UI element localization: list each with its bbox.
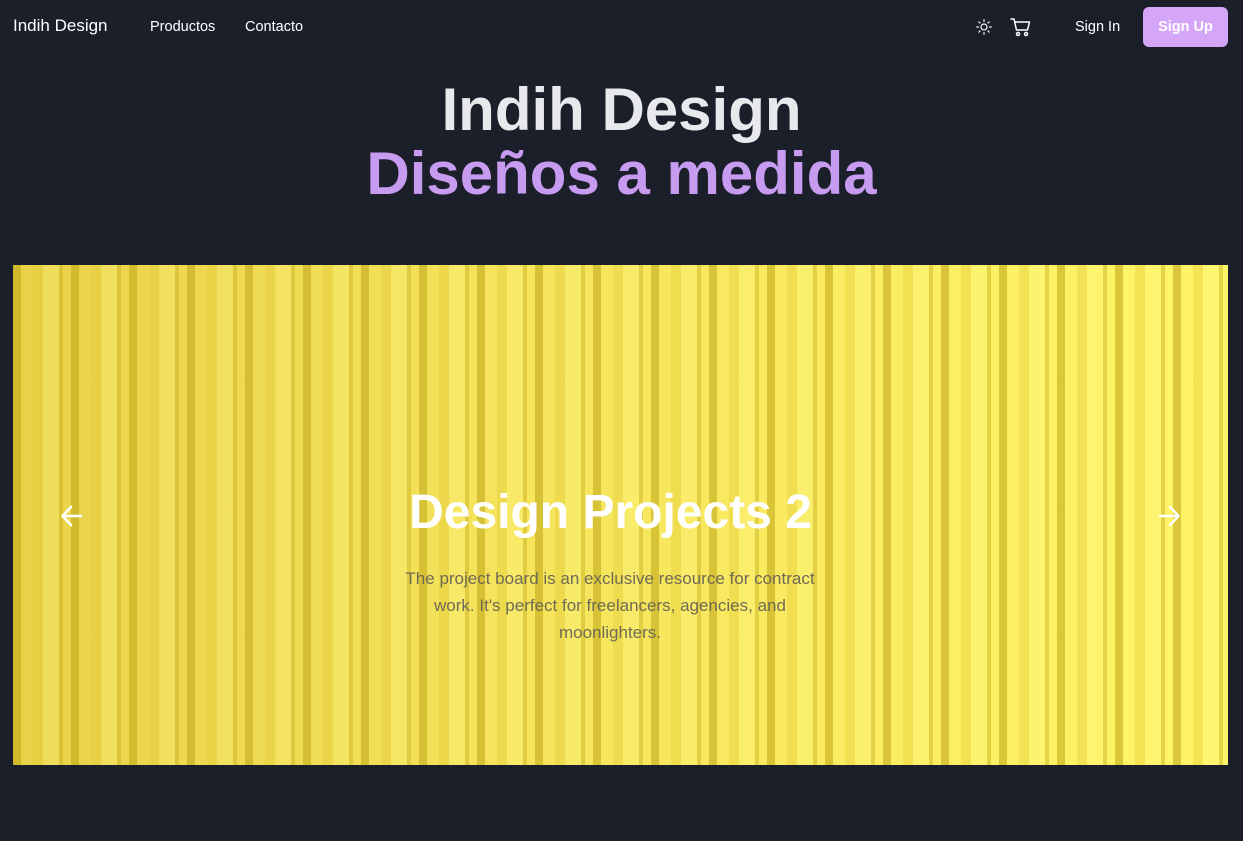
theme-toggle-button[interactable] <box>971 14 997 40</box>
carousel-next-button[interactable] <box>1154 501 1184 531</box>
nav-link-contacto[interactable]: Contacto <box>245 18 303 36</box>
cart-icon <box>1010 18 1031 37</box>
sign-up-button[interactable]: Sign Up <box>1143 7 1228 47</box>
sign-in-button[interactable]: Sign In <box>1075 18 1120 36</box>
hero-title: Indih Design <box>441 76 802 143</box>
brand-logo-link[interactable]: Indih Design <box>13 16 108 36</box>
sun-icon <box>976 19 992 35</box>
slide-title: Design Projects 2 <box>409 486 812 539</box>
top-navbar: Indih Design Productos Contacto Sign In … <box>0 0 1243 54</box>
hero-section: Indih Design Diseños a medida <box>0 78 1243 206</box>
cart-button[interactable] <box>1008 14 1034 40</box>
carousel-slide: Design Projects 2 The project board is a… <box>13 265 1228 765</box>
project-carousel: Design Projects 2 The project board is a… <box>13 265 1228 765</box>
nav-link-productos[interactable]: Productos <box>150 18 215 36</box>
hero-subtitle: Diseños a medida <box>366 140 877 207</box>
slide-description: The project board is an exclusive resour… <box>405 569 815 642</box>
arrow-right-icon <box>1158 505 1180 527</box>
